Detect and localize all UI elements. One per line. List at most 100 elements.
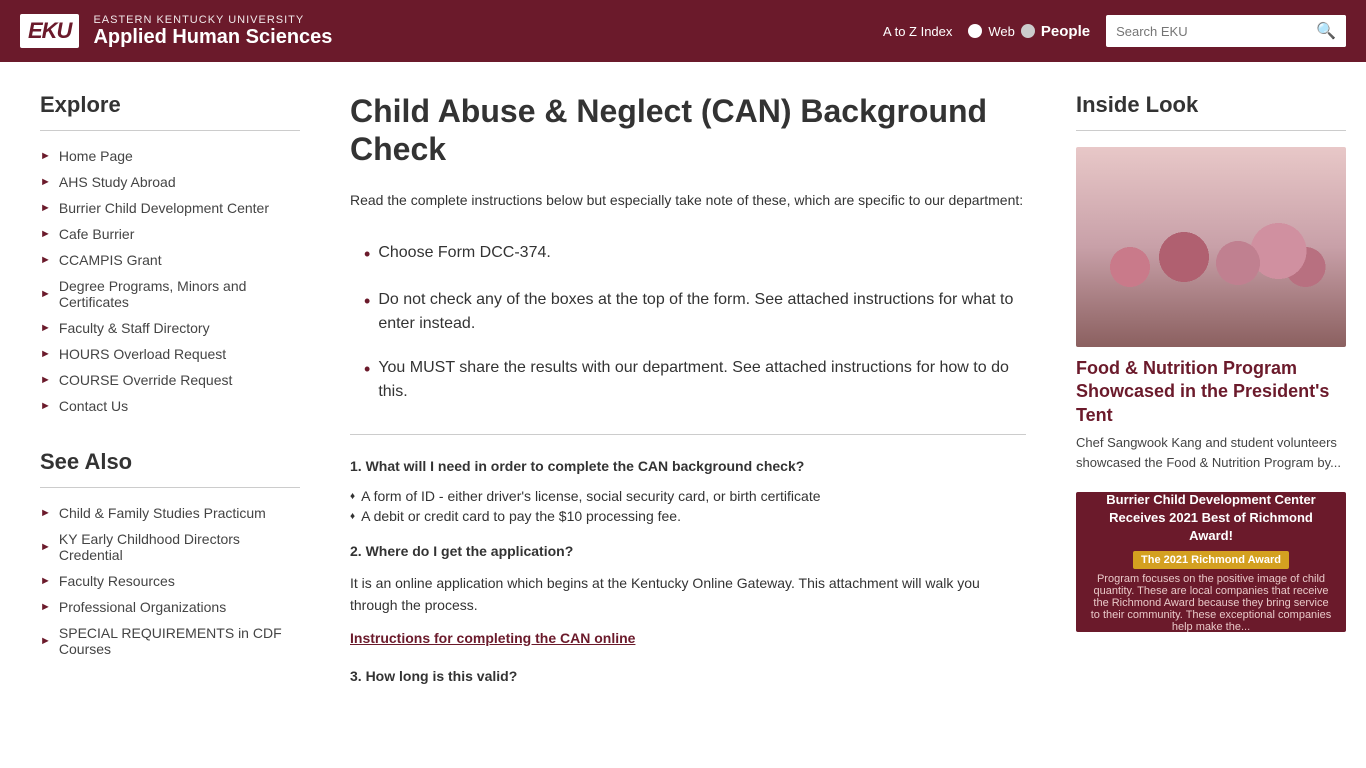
nav-link-hours[interactable]: HOURS Overload Request: [59, 346, 226, 362]
nav-link-prof-org[interactable]: Professional Organizations: [59, 599, 226, 615]
card-2-image: Burrier Child Development Center Receive…: [1076, 492, 1346, 632]
university-name: EASTERN KENTUCKY UNIVERSITY: [93, 14, 332, 26]
web-toggle-dot: [968, 24, 982, 38]
site-header: EKU EASTERN KENTUCKY UNIVERSITY Applied …: [0, 0, 1366, 62]
list-item: ► AHS Study Abroad: [40, 169, 300, 195]
highlight-item-1: Choose Form DCC-374.: [350, 231, 1026, 278]
chevron-icon: ►: [40, 228, 51, 240]
list-item: ► Faculty & Staff Directory: [40, 315, 300, 341]
main-content: Child Abuse & Neglect (CAN) Background C…: [320, 92, 1056, 698]
header-logo-group: EKU EASTERN KENTUCKY UNIVERSITY Applied …: [20, 14, 332, 49]
card-1-image-sim: [1076, 147, 1346, 347]
explore-divider: [40, 130, 300, 131]
list-item: ► KY Early Childhood Directors Credential: [40, 526, 300, 568]
list-item: ► CCAMPIS Grant: [40, 247, 300, 273]
nav-link-faculty-dir[interactable]: Faculty & Staff Directory: [59, 320, 210, 336]
chevron-icon: ►: [40, 322, 51, 334]
list-item: ► Cafe Burrier: [40, 221, 300, 247]
search-input[interactable]: [1106, 18, 1306, 45]
page-wrapper: Explore ► Home Page ► AHS Study Abroad ► Bu…: [0, 62, 1366, 728]
list-item: ► HOURS Overload Request: [40, 341, 300, 367]
explore-heading: Explore: [40, 92, 300, 118]
chevron-icon: ►: [40, 254, 51, 266]
header-nav: A to Z Index: [883, 24, 952, 39]
chevron-icon: ►: [40, 348, 51, 360]
nav-link-burrier[interactable]: Burrier Child Development Center: [59, 200, 269, 216]
search-button[interactable]: 🔍: [1306, 15, 1346, 47]
inside-look-heading: Inside Look: [1076, 92, 1346, 118]
see-also-nav: ► Child & Family Studies Practicum ► KY Ea…: [40, 500, 300, 662]
list-item: ► Burrier Child Development Center: [40, 195, 300, 221]
card-2: Burrier Child Development Center Receive…: [1076, 492, 1346, 632]
nav-link-ahs[interactable]: AHS Study Abroad: [59, 174, 176, 190]
list-item: ► Home Page: [40, 143, 300, 169]
page-title: Child Abuse & Neglect (CAN) Background C…: [350, 92, 1026, 169]
chevron-icon: ►: [40, 288, 51, 300]
nav-link-ky-early[interactable]: KY Early Childhood Directors Credential: [59, 531, 300, 563]
card-2-title: Burrier Child Development Center Receive…: [1088, 492, 1334, 545]
header-title-group: EASTERN KENTUCKY UNIVERSITY Applied Huma…: [93, 14, 332, 49]
card-1-desc: Chef Sangwook Kang and student volunteer…: [1076, 433, 1346, 472]
highlight-item-3: You MUST share the results with our depa…: [350, 346, 1026, 414]
can-instructions-link[interactable]: Instructions for completing the CAN onli…: [350, 630, 635, 646]
nav-link-contact[interactable]: Contact Us: [59, 398, 128, 414]
card-2-badge: The 2021 Richmond Award: [1133, 551, 1289, 569]
faq-bullet-text-2: A debit or credit card to pay the $10 pr…: [361, 508, 681, 524]
right-sidebar: Inside Look Food & Nutrition Program Sho…: [1056, 92, 1346, 698]
faq-section: 1. What will I need in order to complete…: [350, 455, 1026, 687]
faq-q2: 2. Where do I get the application?: [350, 540, 1026, 562]
see-also-heading: See Also: [40, 449, 300, 475]
chevron-icon: ►: [40, 150, 51, 162]
chevron-icon: ►: [40, 400, 51, 412]
chevron-icon: ►: [40, 374, 51, 386]
faq-q3: 3. How long is this valid?: [350, 665, 1026, 687]
chevron-icon: ►: [40, 541, 51, 553]
search-toggle-group: Web People: [968, 23, 1090, 40]
card-1-image: [1076, 147, 1346, 347]
list-item: ► Contact Us: [40, 393, 300, 419]
highlight-item-2: Do not check any of the boxes at the top…: [350, 278, 1026, 346]
nav-link-cafe[interactable]: Cafe Burrier: [59, 226, 134, 242]
highlight-list: Choose Form DCC-374. Do not check any of…: [350, 231, 1026, 414]
eku-logo: EKU: [20, 14, 79, 48]
card-2-sub: Program focuses on the positive image of…: [1088, 573, 1334, 632]
header-right: A to Z Index Web People 🔍: [883, 15, 1346, 47]
list-item: ► Faculty Resources: [40, 568, 300, 594]
department-name: Applied Human Sciences: [93, 26, 332, 49]
people-toggle-dot: [1021, 24, 1035, 38]
nav-link-degree[interactable]: Degree Programs, Minors and Certificates: [59, 278, 300, 310]
chevron-icon: ►: [40, 635, 51, 647]
web-label[interactable]: Web: [988, 24, 1015, 39]
faq-bullet-text-1: A form of ID - either driver's license, …: [361, 488, 820, 504]
left-sidebar: Explore ► Home Page ► AHS Study Abroad ► Bu…: [40, 92, 320, 698]
chevron-icon: ►: [40, 601, 51, 613]
nav-link-ccampis[interactable]: CCAMPIS Grant: [59, 252, 162, 268]
inside-look-divider: [1076, 130, 1346, 131]
search-bar: 🔍: [1106, 15, 1346, 47]
people-label[interactable]: People: [1041, 23, 1090, 40]
nav-link-faculty-res[interactable]: Faculty Resources: [59, 573, 175, 589]
explore-nav: ► Home Page ► AHS Study Abroad ► Burrier Ch…: [40, 143, 300, 419]
faq-bullet-2: A debit or credit card to pay the $10 pr…: [350, 508, 1026, 524]
intro-text: Read the complete instructions below but…: [350, 189, 1026, 211]
nav-link-course[interactable]: COURSE Override Request: [59, 372, 233, 388]
chevron-icon: ►: [40, 176, 51, 188]
chevron-icon: ►: [40, 202, 51, 214]
see-also-divider: [40, 487, 300, 488]
card-1: Food & Nutrition Program Showcased in th…: [1076, 147, 1346, 472]
list-item: ► Degree Programs, Minors and Certificate…: [40, 273, 300, 315]
faq-q1: 1. What will I need in order to complete…: [350, 455, 1026, 477]
list-item: ► Professional Organizations: [40, 594, 300, 620]
nav-link-home[interactable]: Home Page: [59, 148, 133, 164]
faq-bullet-1: A form of ID - either driver's license, …: [350, 488, 1026, 504]
card-1-title[interactable]: Food & Nutrition Program Showcased in th…: [1076, 357, 1346, 427]
list-item: ► Child & Family Studies Practicum: [40, 500, 300, 526]
chevron-icon: ►: [40, 507, 51, 519]
faq-q2-body: It is an online application which begins…: [350, 572, 1026, 617]
a-to-z-link[interactable]: A to Z Index: [883, 24, 952, 39]
nav-link-special-req[interactable]: SPECIAL REQUIREMENTS in CDF Courses: [59, 625, 300, 657]
nav-link-cfs[interactable]: Child & Family Studies Practicum: [59, 505, 266, 521]
chevron-icon: ►: [40, 575, 51, 587]
list-item: ► SPECIAL REQUIREMENTS in CDF Courses: [40, 620, 300, 662]
list-item: ► COURSE Override Request: [40, 367, 300, 393]
